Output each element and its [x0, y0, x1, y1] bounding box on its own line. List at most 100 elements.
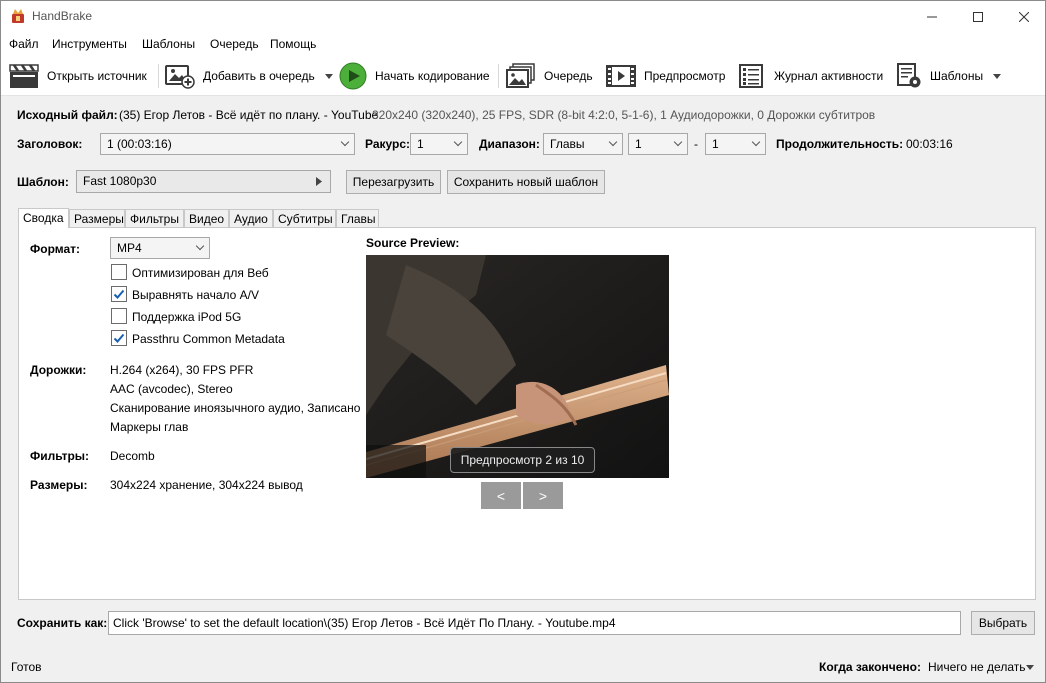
- save-as-label: Сохранить как:: [17, 616, 108, 630]
- save-as-path-input[interactable]: Click 'Browse' to set the default locati…: [108, 611, 961, 635]
- preset-select[interactable]: Fast 1080p30: [76, 170, 331, 193]
- start-encode-label: Начать кодирование: [375, 69, 490, 83]
- chevron-down-icon[interactable]: [324, 73, 333, 79]
- tab-video[interactable]: Видео: [184, 209, 229, 228]
- queue-button[interactable]: Очередь: [506, 60, 593, 92]
- window-title: HandBrake: [32, 9, 93, 23]
- filters-label: Фильтры:: [30, 449, 90, 463]
- track-item: H.264 (x264), 30 FPS PFR: [110, 363, 254, 377]
- tab-chapters[interactable]: Главы: [336, 209, 379, 228]
- preview-button[interactable]: Предпросмотр: [606, 60, 725, 92]
- preview-counter: Предпросмотр 2 из 10: [450, 447, 595, 473]
- duration-label: Продолжительность:: [776, 137, 904, 151]
- tab-filters[interactable]: Фильтры: [125, 209, 184, 228]
- activity-log-label: Журнал активности: [774, 69, 884, 83]
- duration-value: 00:03:16: [906, 137, 953, 151]
- open-source-label: Открыть источник: [47, 69, 147, 83]
- source-name: (35) Егор Летов - Всё идёт по плану. - Y…: [119, 108, 379, 122]
- title-bar: HandBrake: [1, 1, 1045, 32]
- source-preview-image: [366, 255, 669, 478]
- chevron-down-icon: [751, 137, 761, 147]
- filters-value: Decomb: [110, 449, 155, 463]
- add-to-queue-button[interactable]: Добавить в очередь: [165, 60, 333, 92]
- play-icon: [339, 62, 367, 90]
- chevron-down-icon: [453, 137, 463, 147]
- ipod-support-label: Поддержка iPod 5G: [132, 310, 242, 324]
- preview-label: Предпросмотр: [644, 69, 726, 83]
- maximize-button[interactable]: [955, 1, 1001, 32]
- chevron-right-icon: [316, 177, 322, 186]
- title-select[interactable]: 1 (00:03:16): [100, 133, 355, 155]
- menu-file[interactable]: Файл: [9, 37, 39, 51]
- align-av-label: Выравнять начало A/V: [132, 288, 260, 302]
- range-start-value: 1: [635, 137, 642, 151]
- source-preview-title: Source Preview:: [366, 236, 460, 250]
- format-select[interactable]: MP4: [110, 237, 210, 259]
- passthru-metadata-label: Passthru Common Metadata: [132, 332, 285, 346]
- browse-button[interactable]: Выбрать: [971, 611, 1035, 635]
- minimize-button[interactable]: [909, 1, 955, 32]
- toolbar: Открыть источник Добавить в очередь Нача…: [1, 56, 1045, 96]
- chevron-down-icon[interactable]: [993, 73, 1002, 79]
- range-dash: -: [694, 137, 698, 151]
- tab-subtitles[interactable]: Субтитры: [273, 209, 336, 228]
- menu-bar: Файл Инструменты Шаблоны Очередь Помощь: [1, 32, 1045, 56]
- start-encode-button[interactable]: Начать кодирование: [339, 60, 490, 92]
- handbrake-logo-icon: [12, 9, 24, 23]
- angle-select[interactable]: 1: [410, 133, 468, 155]
- track-item: Маркеры глав: [110, 420, 189, 434]
- align-av-checkbox[interactable]: [111, 286, 127, 302]
- toolbar-separator: [498, 64, 499, 88]
- ipod-support-checkbox[interactable]: [111, 308, 127, 324]
- angle-label: Ракурс:: [365, 137, 411, 151]
- add-to-queue-label: Добавить в очередь: [203, 69, 315, 83]
- film-preview-icon: [606, 65, 636, 87]
- title-select-value: 1 (00:03:16): [107, 137, 172, 151]
- menu-tools[interactable]: Инструменты: [52, 37, 127, 51]
- menu-queue[interactable]: Очередь: [210, 37, 259, 51]
- range-type-value: Главы: [550, 137, 585, 151]
- range-end-select[interactable]: 1: [705, 133, 766, 155]
- open-source-button[interactable]: Открыть источник: [9, 60, 147, 92]
- range-end-value: 1: [712, 137, 719, 151]
- menu-presets[interactable]: Шаблоны: [142, 37, 195, 51]
- chevron-down-icon: [673, 137, 683, 147]
- preview-next-button[interactable]: >: [523, 482, 563, 509]
- range-start-select[interactable]: 1: [628, 133, 688, 155]
- status-bar: Готов Когда закончено: Ничего не делать: [1, 653, 1045, 682]
- size-value: 304x224 хранение, 304x224 вывод: [110, 478, 303, 492]
- activity-log-icon: [739, 64, 763, 88]
- size-label: Размеры:: [30, 478, 88, 492]
- range-label: Диапазон:: [479, 137, 540, 151]
- close-button[interactable]: [1001, 1, 1045, 32]
- source-info: 320x240 (320x240), 25 FPS, SDR (8-bit 4:…: [372, 108, 876, 122]
- track-item: AAC (avcodec), Stereo: [110, 382, 233, 396]
- tab-summary[interactable]: Сводка: [18, 208, 69, 228]
- passthru-metadata-checkbox[interactable]: [111, 330, 127, 346]
- chevron-down-icon: [608, 137, 618, 147]
- format-select-value: MP4: [117, 241, 142, 255]
- chevron-down-icon: [195, 241, 205, 251]
- queue-label: Очередь: [544, 69, 593, 83]
- save-new-preset-button[interactable]: Сохранить новый шаблон: [447, 170, 605, 194]
- tab-audio[interactable]: Аудио: [229, 209, 273, 228]
- range-type-select[interactable]: Главы: [543, 133, 623, 155]
- activity-log-button[interactable]: Журнал активности: [738, 60, 883, 92]
- tracks-label: Дорожки:: [30, 363, 87, 377]
- chevron-down-icon[interactable]: [1026, 665, 1034, 670]
- web-optimized-checkbox[interactable]: [111, 264, 127, 280]
- presets-label: Шаблоны: [930, 69, 984, 83]
- reload-preset-button[interactable]: Перезагрузить: [346, 170, 441, 194]
- format-label: Формат:: [30, 242, 81, 256]
- toolbar-separator: [158, 64, 159, 88]
- preview-prev-button[interactable]: <: [481, 482, 521, 509]
- menu-help[interactable]: Помощь: [270, 37, 316, 51]
- handbrake-window: HandBrake Файл Инструменты Шаблоны Очере…: [0, 0, 1046, 683]
- clapperboard-icon: [9, 64, 39, 88]
- checkmark-icon: [113, 289, 125, 299]
- when-done-select[interactable]: Ничего не делать: [928, 660, 1026, 674]
- presets-button[interactable]: Шаблоны: [896, 60, 1002, 92]
- add-image-icon: [165, 65, 195, 89]
- tab-dimensions[interactable]: Размеры: [69, 209, 125, 228]
- preset-select-value: Fast 1080p30: [83, 174, 157, 188]
